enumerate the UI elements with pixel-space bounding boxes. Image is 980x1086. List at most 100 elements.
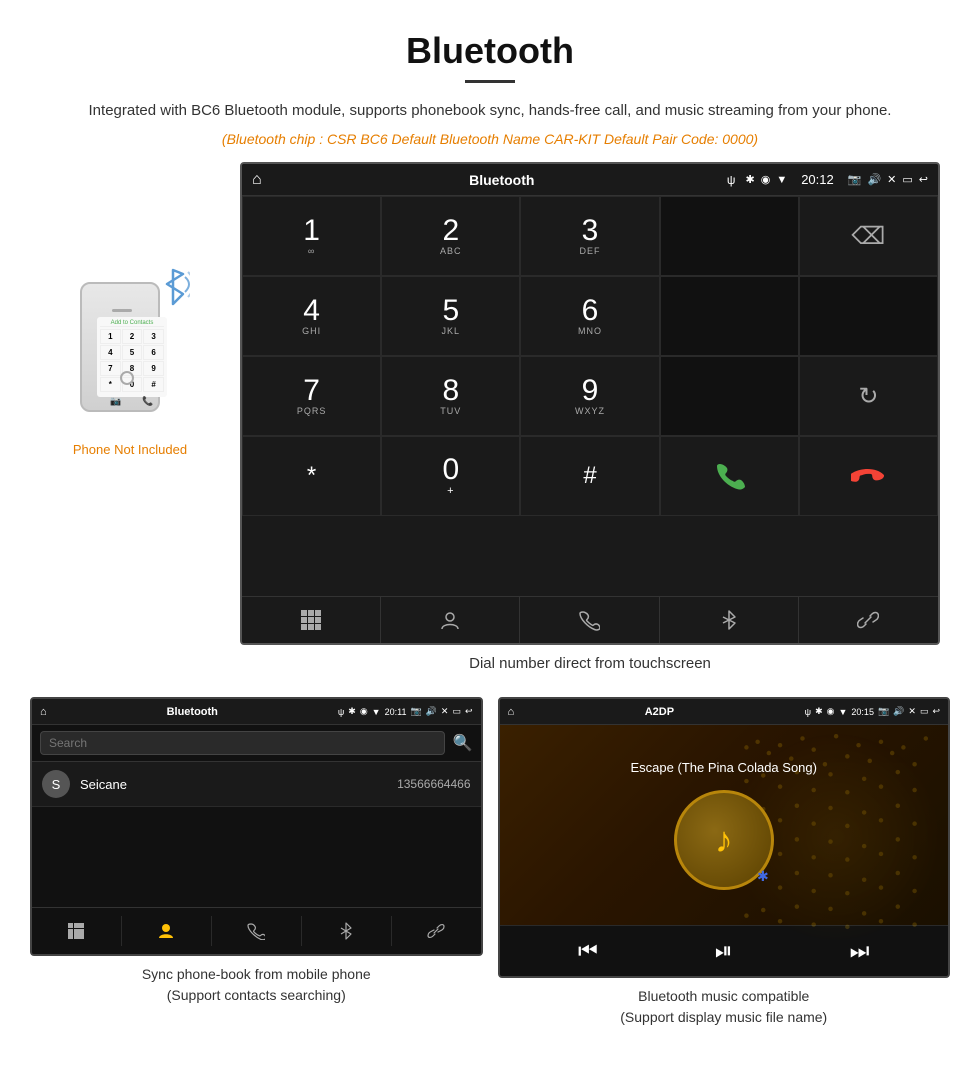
pb-home-icon[interactable]: ⌂ [40, 706, 47, 718]
pb-btn-phone[interactable] [212, 916, 302, 946]
music-status-icons: ✱ ◉ ▼ 20:15 📷 🔊 ✕ ▭ ↩ [815, 706, 940, 717]
key-number: 4 [303, 296, 320, 326]
music-back-icon[interactable]: ↩ [932, 706, 940, 717]
music-song-title: Escape (The Pina Colada Song) [631, 760, 817, 775]
key-sub: GHI [302, 326, 321, 336]
music-bt-icon: ✱ [815, 706, 823, 717]
pb-status-bar: ⌂ Bluetooth ψ ✱ ◉ ▼ 20:11 📷 🔊 ✕ ▭ ↩ [32, 699, 481, 725]
bluetooth-wave-icon [145, 262, 190, 317]
dialer-key-2[interactable]: 2 ABC [381, 196, 520, 276]
phonebook-panel: ⌂ Bluetooth ψ ✱ ◉ ▼ 20:11 📷 🔊 ✕ ▭ ↩ [30, 697, 483, 1028]
pb-search-input[interactable] [40, 731, 445, 755]
dialer-key-4[interactable]: 4 GHI [242, 276, 381, 356]
pb-btn-link[interactable] [392, 916, 481, 946]
dialer-key-1[interactable]: 1 ∞ [242, 196, 381, 276]
call-red-icon [851, 459, 886, 494]
phone-illustration-container: Add to Contacts 1 2 3 4 5 6 7 8 9 * [70, 262, 190, 432]
phone-screen-title: Add to Contacts [100, 320, 164, 327]
dialer-key-star[interactable]: * [242, 436, 381, 516]
pb-search-icon[interactable]: 🔍 [453, 733, 473, 753]
pb-bluetooth-icon [339, 922, 353, 940]
music-close-icon[interactable]: ✕ [908, 706, 916, 717]
music-bluetooth-overlay: ✱ [757, 868, 769, 885]
bottom-section: ⌂ Bluetooth ψ ✱ ◉ ▼ 20:11 📷 🔊 ✕ ▭ ↩ [0, 697, 980, 1028]
pb-contact-avatar: S [42, 770, 70, 798]
key-number: 5 [442, 296, 459, 326]
key-number: 8 [442, 376, 459, 406]
key-number: 0 [442, 455, 459, 485]
pb-empty-area [32, 807, 481, 907]
phone-key-4: 4 [100, 345, 121, 360]
pb-phone-icon [247, 922, 265, 940]
key-sub: TUV [440, 406, 461, 416]
pb-close-icon[interactable]: ✕ [441, 706, 449, 717]
key-sub: JKL [442, 326, 461, 336]
phone-key-5: 5 [122, 345, 143, 360]
dialer-key-6[interactable]: 6 MNO [520, 276, 659, 356]
dialer-bottom-toolbar [242, 596, 938, 643]
pb-vol-icon[interactable]: 🔊 [426, 706, 437, 717]
header-description: Integrated with BC6 Bluetooth module, su… [80, 99, 900, 123]
dialer-key-3[interactable]: 3 DEF [520, 196, 659, 276]
pb-search-bar: 🔍 [32, 725, 481, 762]
key-number: 2 [442, 216, 459, 246]
pb-camera-icon[interactable]: 📷 [410, 706, 421, 717]
pb-contact-phone: 13566664466 [397, 777, 470, 791]
pb-usb-icon: ψ [338, 707, 344, 717]
dialer-call-green[interactable] [660, 436, 799, 516]
dialer-backspace[interactable]: ⌫ [799, 196, 938, 276]
dialer-btn-link[interactable] [799, 597, 938, 643]
volume-icon[interactable]: 🔊 [867, 173, 881, 186]
dialer-refresh[interactable]: ↻ [799, 356, 938, 436]
dialer-btn-bluetooth[interactable] [660, 597, 799, 643]
close-icon[interactable]: ✕ [887, 173, 896, 186]
prev-track-button[interactable]: ⏮ [578, 938, 598, 964]
music-note-icon: ♪ [715, 819, 733, 861]
dialer-btn-phone[interactable] [520, 597, 659, 643]
music-screen-icon[interactable]: ▭ [920, 706, 929, 717]
phone-key-2: 2 [122, 329, 143, 344]
camera-icon[interactable]: 📷 [848, 173, 862, 186]
music-panel: ⌂ A2DP ψ ✱ ◉ ▼ 20:15 📷 🔊 ✕ ▭ ↩ Escape (T… [498, 697, 951, 1028]
music-vol-icon[interactable]: 🔊 [893, 706, 904, 717]
dialer-empty-3 [799, 276, 938, 356]
key-number: 9 [582, 376, 599, 406]
phone-key-3: 3 [143, 329, 164, 344]
phonebook-screen: ⌂ Bluetooth ψ ✱ ◉ ▼ 20:11 📷 🔊 ✕ ▭ ↩ [30, 697, 483, 956]
music-camera-icon[interactable]: 📷 [878, 706, 889, 717]
dialer-call-red[interactable] [799, 436, 938, 516]
pb-btn-user[interactable] [122, 916, 212, 946]
dialer-key-5[interactable]: 5 JKL [381, 276, 520, 356]
screen-icon[interactable]: ▭ [902, 173, 912, 186]
music-usb-icon: ψ [805, 707, 811, 717]
dialer-key-hash[interactable]: # [520, 436, 659, 516]
home-icon[interactable]: ⌂ [252, 171, 262, 189]
dialer-btn-grid[interactable] [242, 597, 381, 643]
dialer-key-7[interactable]: 7 PQRS [242, 356, 381, 436]
refresh-icon: ↻ [858, 382, 878, 411]
pb-btn-grid[interactable] [32, 916, 122, 946]
main-content: Add to Contacts 1 2 3 4 5 6 7 8 9 * [0, 162, 980, 687]
dialer-key-9[interactable]: 9 WXYZ [520, 356, 659, 436]
key-sub: DEF [579, 246, 600, 256]
dialer-key-8[interactable]: 8 TUV [381, 356, 520, 436]
dialer-btn-contacts[interactable] [381, 597, 520, 643]
phone-not-included-label: Phone Not Included [73, 442, 187, 457]
dialer-grid: 1 ∞ 2 ABC 3 DEF ⌫ 4 GHI [242, 196, 938, 596]
backspace-icon: ⌫ [851, 222, 885, 251]
back-icon[interactable]: ↩ [919, 173, 928, 186]
music-home-icon[interactable]: ⌂ [508, 706, 515, 718]
phone-speaker [112, 309, 132, 312]
key-number: 3 [582, 216, 599, 246]
page-title: Bluetooth [80, 30, 900, 72]
pb-title: Bluetooth [47, 706, 338, 718]
contacts-icon [439, 609, 461, 631]
key-number: * [307, 464, 316, 488]
bluetooth-status-icon: ✱ [745, 173, 754, 186]
pb-screen-icon[interactable]: ▭ [452, 706, 461, 717]
dialer-key-0[interactable]: 0 + [381, 436, 520, 516]
pb-time: 20:11 [385, 707, 407, 717]
pb-btn-bluetooth[interactable] [302, 916, 392, 946]
pb-contact-row[interactable]: S Seicane 13566664466 [32, 762, 481, 807]
pb-back-icon[interactable]: ↩ [465, 706, 473, 717]
